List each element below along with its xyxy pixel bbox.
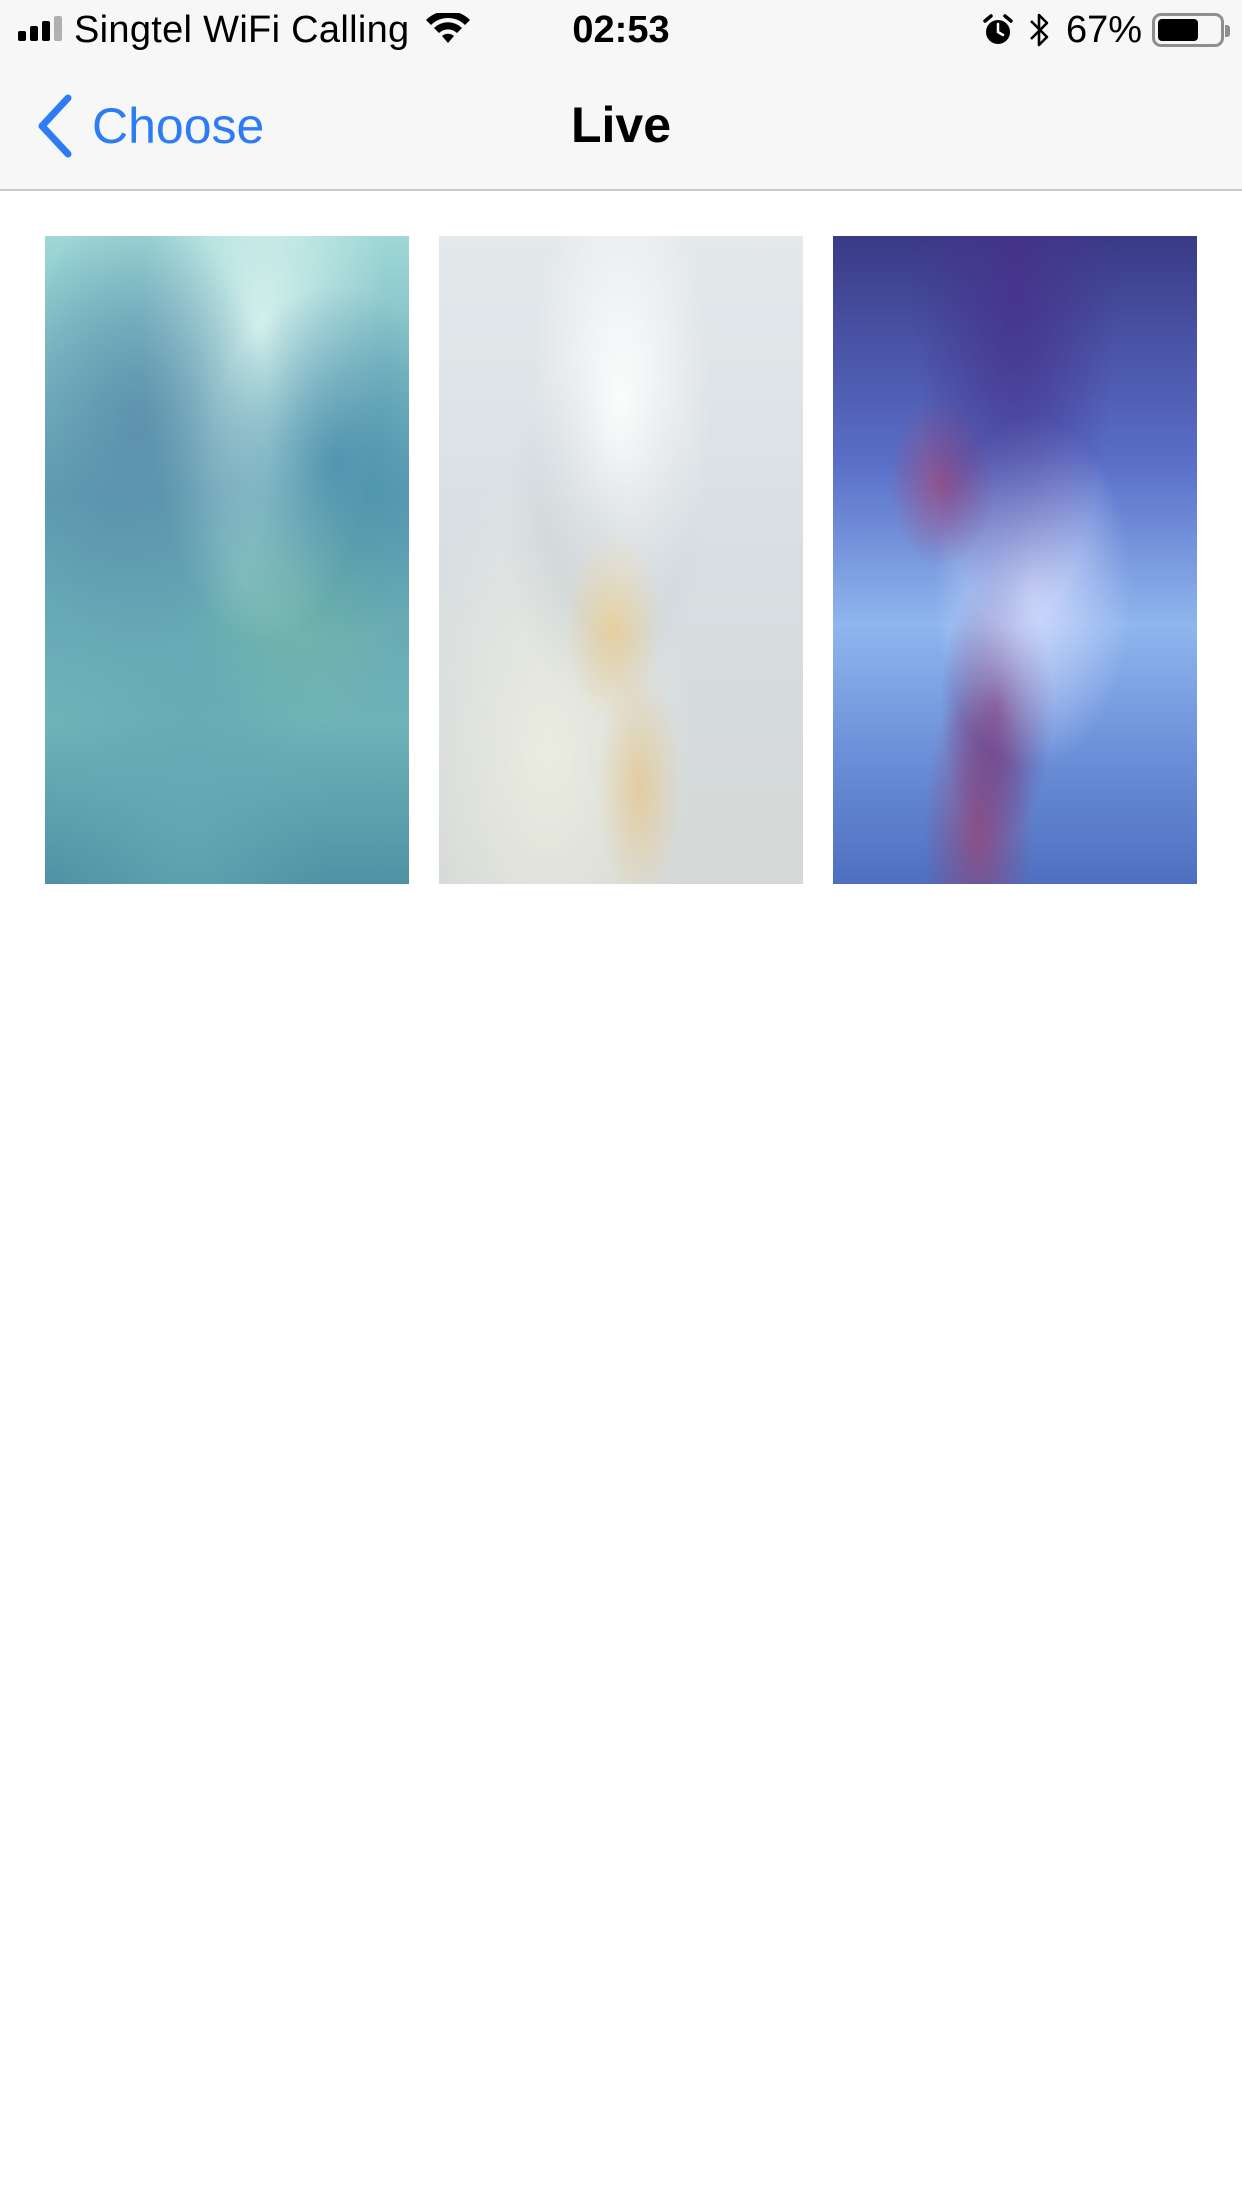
status-bar: Singtel WiFi Calling 02:53 67%	[0, 0, 1242, 60]
page-title: Live	[570, 97, 672, 153]
wallpaper-thumbnail-white-smoke[interactable]	[439, 236, 803, 884]
alarm-icon	[983, 14, 1013, 44]
battery-nub	[1225, 25, 1230, 37]
bluetooth-icon	[1030, 13, 1049, 47]
wallpaper-thumbnail-teal-smoke[interactable]	[45, 236, 409, 884]
navigation-bar: Choose Live	[0, 60, 1242, 191]
battery-icon	[1152, 13, 1230, 47]
battery-percentage: 67%	[1065, 8, 1142, 51]
status-bar-right: 67%	[982, 0, 1230, 60]
wallpaper-thumbnail-purple-blue-smoke[interactable]	[833, 236, 1197, 884]
battery-fill	[1158, 19, 1198, 41]
